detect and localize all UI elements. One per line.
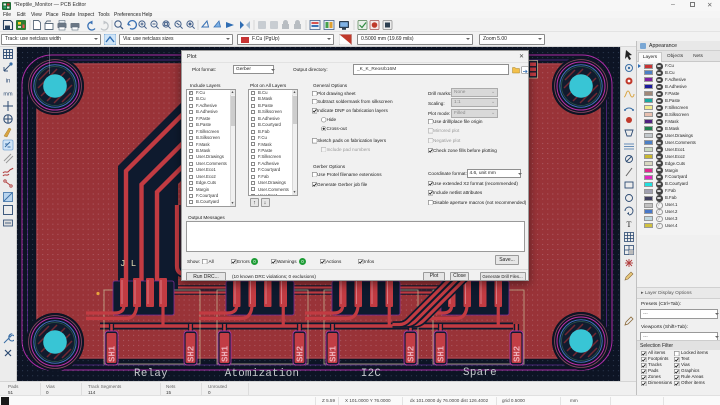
svg-text:I2C: I2C (361, 368, 382, 380)
svg-text:SH2: SH2 (513, 346, 523, 362)
svg-text:SH1: SH1 (108, 345, 118, 362)
svg-text:J L: J L (120, 259, 136, 269)
svg-text:SH2: SH2 (407, 346, 417, 362)
svg-text:T: T (627, 220, 632, 229)
svg-text:in: in (6, 79, 11, 85)
svg-text:SH2: SH2 (296, 346, 306, 362)
svg-text:mm: mm (3, 92, 13, 98)
svg-text:Spare: Spare (463, 367, 497, 379)
svg-text:SH1: SH1 (221, 345, 231, 362)
svg-text:Atomization: Atomization (225, 368, 300, 380)
svg-text:Relay: Relay (134, 368, 168, 380)
svg-text:SH1: SH1 (437, 345, 447, 362)
svg-text:SH1: SH1 (329, 345, 339, 362)
svg-text:SH2: SH2 (187, 346, 197, 362)
